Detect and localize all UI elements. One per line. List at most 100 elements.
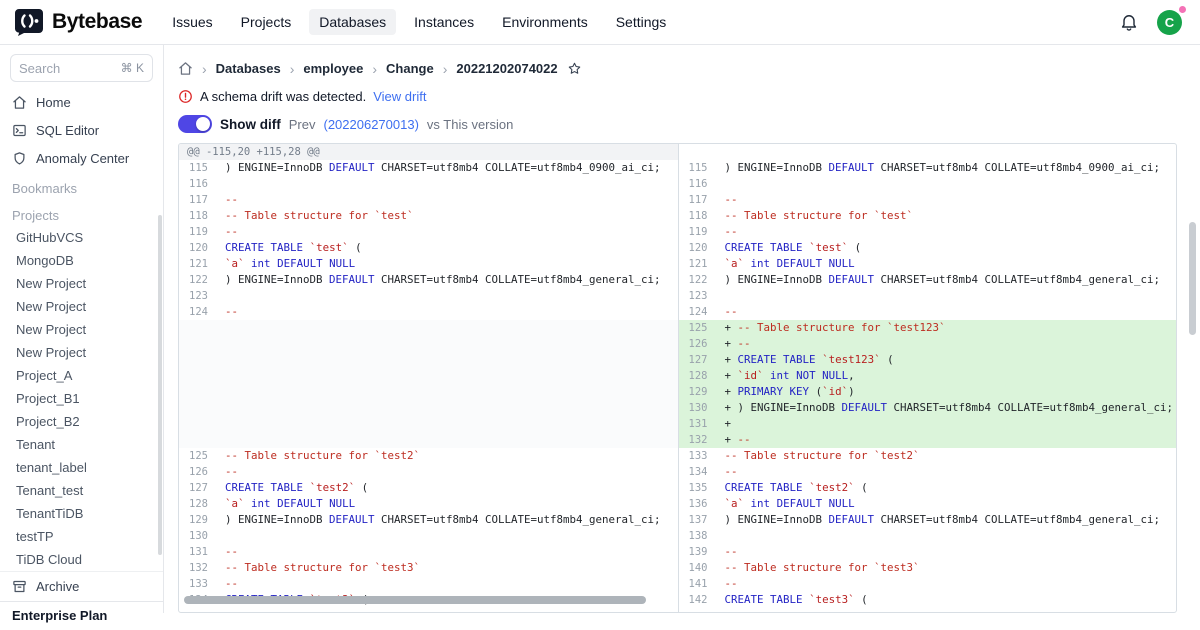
line-number: 117 <box>679 192 717 208</box>
code-text: -- Table structure for `test2` <box>217 448 420 464</box>
diff-context-line: 121 `a` int DEFAULT NULL <box>679 256 1177 272</box>
breadcrumb-item[interactable]: 20221202074022 <box>456 61 557 76</box>
brand-name: Bytebase <box>52 10 142 34</box>
breadcrumb-item[interactable]: Databases <box>216 61 281 76</box>
sidebar-project-item[interactable]: TiDB Cloud <box>0 548 163 571</box>
line-number: 119 <box>679 224 717 240</box>
sidebar-project-item[interactable]: MongoDB <box>0 249 163 272</box>
line-number: 128 <box>679 368 717 384</box>
breadcrumb-item[interactable]: employee <box>303 61 363 76</box>
horizontal-scrollbar[interactable] <box>184 596 646 604</box>
diff-context-line: 129) ENGINE=InnoDB DEFAULT CHARSET=utf8m… <box>179 512 678 528</box>
diff-context-line: 134-- <box>679 464 1177 480</box>
nav-item-databases[interactable]: Databases <box>309 9 396 35</box>
sidebar-section-bookmarks[interactable]: Bookmarks <box>0 172 163 199</box>
line-number: 129 <box>179 512 217 528</box>
diff-context-line: 131-- <box>179 544 678 560</box>
code-text <box>217 352 225 368</box>
line-number: 123 <box>679 288 717 304</box>
breadcrumb-item[interactable]: Change <box>386 61 434 76</box>
line-number: 127 <box>679 352 717 368</box>
line-number: 139 <box>679 544 717 560</box>
nav-item-projects[interactable]: Projects <box>231 9 302 35</box>
code-text: -- <box>717 544 738 560</box>
search-input[interactable]: Search ⌘ K <box>10 54 153 82</box>
line-number: 137 <box>679 512 717 528</box>
diff-context-line: 125-- Table structure for `test2` <box>179 448 678 464</box>
bookmark-star-icon[interactable] <box>567 61 582 76</box>
nav-item-settings[interactable]: Settings <box>606 9 677 35</box>
notifications-bell-icon[interactable] <box>1119 12 1139 32</box>
show-diff-label: Show diff <box>220 117 281 132</box>
breadcrumb-home-icon[interactable] <box>178 61 193 76</box>
breadcrumb: ›Databases›employee›Change›2022120207402… <box>178 59 1200 78</box>
line-number <box>179 400 217 416</box>
diff-context-line: 130 <box>179 528 678 544</box>
code-text: -- <box>217 464 238 480</box>
sql-editor-icon <box>12 123 27 138</box>
diff-context-line: 138 <box>679 528 1177 544</box>
sidebar-project-item[interactable]: New Project <box>0 272 163 295</box>
code-text: + -- <box>717 432 751 448</box>
diff-context-line: 124-- <box>679 304 1177 320</box>
sidebar-scrollbar[interactable] <box>158 215 162 555</box>
sidebar-project-item[interactable]: TenantTiDB <box>0 502 163 525</box>
diff-view: @@ -115,20 +115,28 @@115) ENGINE=InnoDB … <box>178 143 1177 613</box>
sidebar-project-item[interactable]: tenant_label <box>0 456 163 479</box>
diff-pane-right: 115) ENGINE=InnoDB DEFAULT CHARSET=utf8m… <box>678 144 1177 612</box>
code-text: ) ENGINE=InnoDB DEFAULT CHARSET=utf8mb4 … <box>217 512 661 528</box>
line-number: 118 <box>179 208 217 224</box>
prev-version-link[interactable]: (202206270013) <box>323 117 418 132</box>
show-diff-toggle[interactable] <box>178 115 212 133</box>
view-drift-link[interactable]: View drift <box>373 89 426 104</box>
sidebar-project-item[interactable]: Tenant_test <box>0 479 163 502</box>
diff-context-line: 120CREATE TABLE `test` ( <box>679 240 1177 256</box>
code-text <box>717 528 725 544</box>
diff-gap-line <box>179 352 678 368</box>
line-number: 128 <box>179 496 217 512</box>
sidebar-project-item[interactable]: New Project <box>0 295 163 318</box>
line-number: 123 <box>179 288 217 304</box>
sidebar-section-projects[interactable]: Projects <box>0 199 163 226</box>
diff-context-line: 121 `a` int DEFAULT NULL <box>179 256 678 272</box>
sidebar-project-item[interactable]: Project_A <box>0 364 163 387</box>
sidebar-project-item[interactable]: New Project <box>0 318 163 341</box>
avatar-initial[interactable]: C <box>1157 10 1182 35</box>
code-text: -- Table structure for `test` <box>717 208 914 224</box>
line-number: 134 <box>679 464 717 480</box>
drift-alert-text: A schema drift was detected. <box>200 89 366 104</box>
sidebar-project-item[interactable]: GitHubVCS <box>0 226 163 249</box>
line-number: 131 <box>679 416 717 432</box>
search-placeholder: Search <box>19 61 60 76</box>
sidebar-item-archive[interactable]: Archive <box>0 571 163 601</box>
sidebar-item-sql-editor[interactable]: SQL Editor <box>0 116 163 144</box>
line-number: 130 <box>179 528 217 544</box>
code-text: `a` int DEFAULT NULL <box>717 256 855 272</box>
sidebar-project-item[interactable]: New Project <box>0 341 163 364</box>
sidebar-item-label: SQL Editor <box>36 123 99 138</box>
code-text <box>717 176 725 192</box>
line-number <box>179 384 217 400</box>
diff-context-line: 116 <box>179 176 678 192</box>
nav-item-environments[interactable]: Environments <box>492 9 598 35</box>
nav-item-issues[interactable]: Issues <box>162 9 222 35</box>
sidebar-item-home[interactable]: Home <box>0 88 163 116</box>
toggle-knob <box>196 117 210 131</box>
diff-context-line: 140-- Table structure for `test3` <box>679 560 1177 576</box>
line-number: 132 <box>179 560 217 576</box>
sidebar-project-item[interactable]: Project_B2 <box>0 410 163 433</box>
avatar[interactable]: C <box>1157 10 1182 35</box>
vertical-scrollbar[interactable] <box>1189 222 1196 335</box>
sidebar-project-item[interactable]: testTP <box>0 525 163 548</box>
line-number: 121 <box>679 256 717 272</box>
sidebar-project-item[interactable]: Tenant <box>0 433 163 456</box>
brand[interactable]: Bytebase <box>14 7 142 37</box>
diff-gap-line <box>179 400 678 416</box>
nav-item-instances[interactable]: Instances <box>404 9 484 35</box>
sidebar-project-item[interactable]: Project_B1 <box>0 387 163 410</box>
diff-context-line: 135CREATE TABLE `test2` ( <box>679 480 1177 496</box>
diff-context-line: 117-- <box>679 192 1177 208</box>
line-number: 127 <box>179 480 217 496</box>
line-number: 121 <box>179 256 217 272</box>
sidebar-item-anomaly-center[interactable]: Anomaly Center <box>0 144 163 172</box>
